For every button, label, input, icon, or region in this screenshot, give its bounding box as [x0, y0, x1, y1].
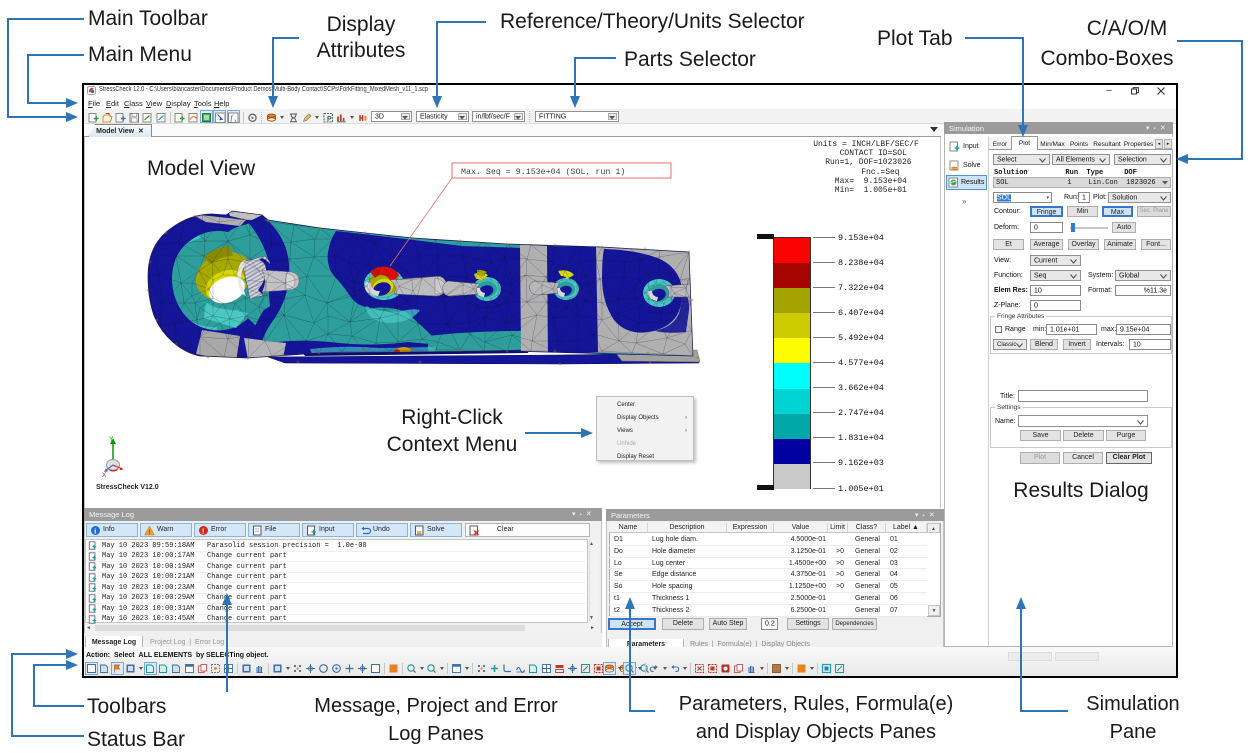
svg-text:i: i	[94, 527, 96, 535]
svg-text:!: !	[148, 529, 150, 536]
svg-text:X: X	[102, 472, 107, 478]
svg-text:Max. Seq = 9.153e+04 (SOL, r: Max. Seq = 9.153e+04 (SOL, run 1)	[461, 167, 625, 177]
svg-text:Y: Y	[109, 436, 114, 443]
svg-text:P: P	[327, 116, 332, 123]
svg-text:!: !	[202, 526, 205, 535]
